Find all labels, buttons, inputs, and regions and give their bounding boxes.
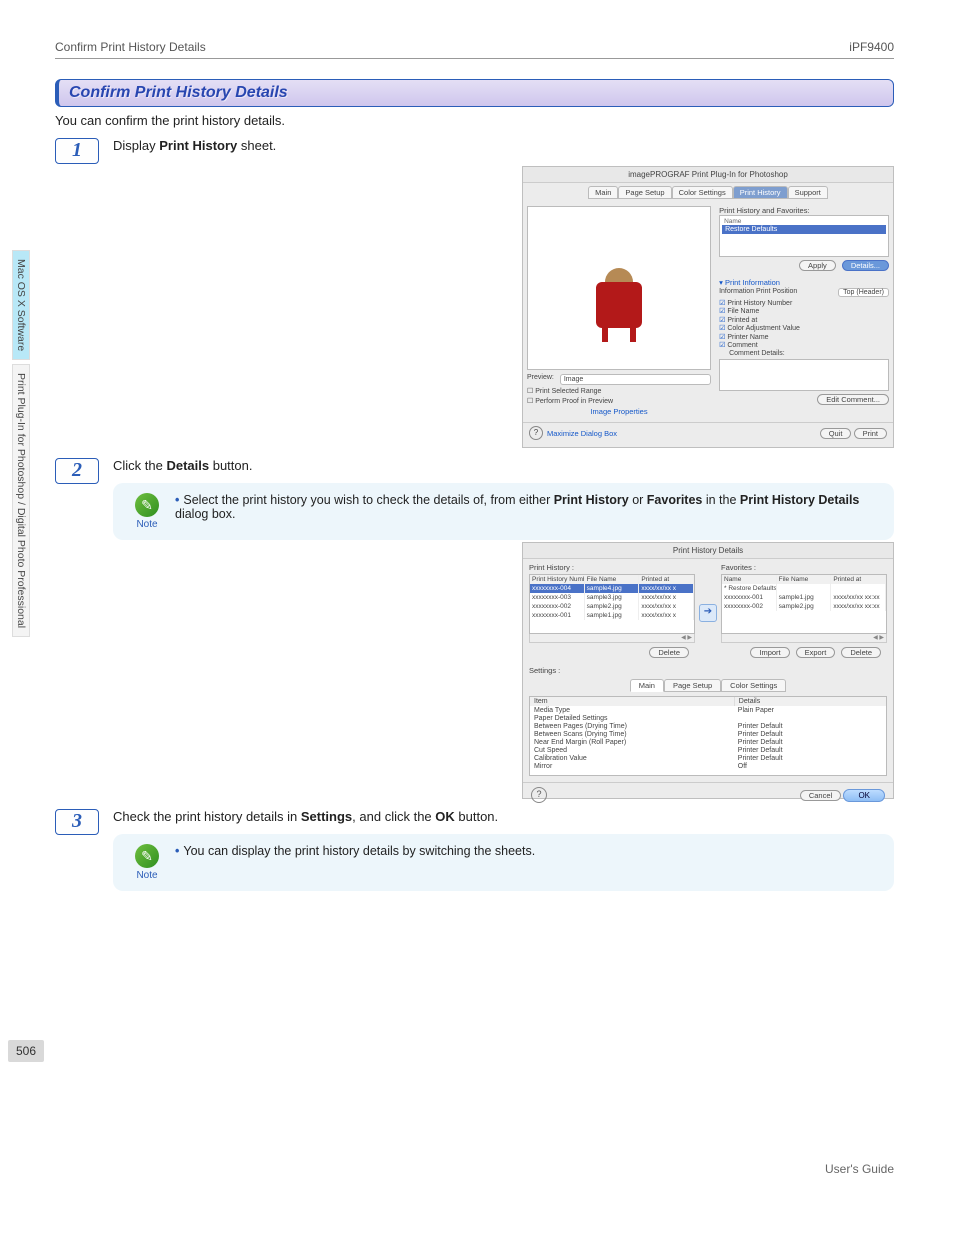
step-1-text: Display Print History sheet. [113, 138, 894, 153]
page-header: Confirm Print History Details iPF9400 [55, 40, 894, 59]
fav-title: Print History and Favorites: [719, 206, 889, 215]
link-image-properties[interactable]: Image Properties [527, 405, 711, 418]
move-right-arrow-icon[interactable]: ➔ [699, 604, 717, 622]
table-row[interactable]: xxxxxxxx-003sample3.jpgxxxx/xx/xx x [530, 593, 694, 602]
comment-textarea[interactable] [719, 359, 889, 391]
table-row[interactable]: * Restore Defaults [722, 584, 886, 593]
info-pos-label: Information Print Position [719, 288, 797, 297]
scrollbar[interactable] [721, 634, 887, 643]
step-3-number: 3 [55, 809, 99, 835]
tab2-page-setup[interactable]: Page Setup [664, 679, 721, 692]
comment-details-label: Comment Details: [729, 350, 889, 357]
chk-perform-proof[interactable]: ☐ Perform Proof in Preview [527, 397, 711, 405]
chk-print-selected-range[interactable]: ☐ Print Selected Range [527, 387, 711, 395]
chk-comment[interactable]: Comment [719, 341, 889, 349]
note-label: Note [127, 519, 167, 530]
table-row: Cut SpeedPrinter Default [530, 746, 886, 754]
header-right: iPF9400 [849, 40, 894, 54]
note-label: Note [127, 870, 167, 881]
side-nav-tabs: Mac OS X Software Print Plug-In for Phot… [12, 250, 32, 641]
note-step2: ✎ Note •Select the print history you wis… [113, 483, 894, 540]
tab-page-setup[interactable]: Page Setup [618, 186, 671, 199]
chk-history-number[interactable]: Print History Number [719, 299, 889, 307]
table-row: Paper Detailed Settings [530, 714, 886, 722]
ok-button[interactable]: OK [843, 789, 885, 802]
page-number: 506 [8, 1040, 44, 1062]
settings-label: Settings : [529, 666, 887, 675]
tab-color-settings[interactable]: Color Settings [672, 186, 733, 199]
section-title: Confirm Print History Details [55, 79, 894, 107]
table-row[interactable]: xxxxxxxx-001sample1.jpgxxxx/xx/xx xx:xx [722, 593, 886, 602]
table-row[interactable]: xxxxxxxx-001sample1.jpgxxxx/xx/xx x [530, 611, 694, 620]
print-button[interactable]: Print [854, 428, 887, 439]
chk-printed-at[interactable]: Printed at [719, 316, 889, 324]
import-button[interactable]: Import [750, 647, 789, 658]
print-info-title: Print Information [719, 278, 889, 287]
ph-label: Print History : [529, 563, 695, 572]
screenshot-history-details-dialog: Print History Details Print History : Pr… [522, 542, 894, 799]
delete-button-left[interactable]: Delete [649, 647, 689, 658]
tab-print-history[interactable]: Print History [733, 186, 788, 199]
preview-select[interactable]: Image [560, 374, 711, 385]
tab2-main[interactable]: Main [630, 679, 664, 692]
step-3-text: Check the print history details in Setti… [113, 809, 894, 891]
dialog2-title: Print History Details [523, 543, 893, 559]
table-row: Calibration ValuePrinter Default [530, 754, 886, 762]
note-icon: ✎ [135, 844, 159, 868]
delete-button-right[interactable]: Delete [841, 647, 881, 658]
help-icon[interactable]: ? [529, 426, 543, 440]
side-tab-print-plugin[interactable]: Print Plug-In for Photoshop / Digital Ph… [12, 364, 30, 637]
fav-label: Favorites : [721, 563, 887, 572]
table-row: MirrorOff [530, 762, 886, 770]
info-pos-select[interactable]: Top (Header) [838, 288, 889, 297]
quit-button[interactable]: Quit [820, 428, 852, 439]
details-button[interactable]: Details... [842, 260, 889, 271]
export-button[interactable]: Export [796, 647, 836, 658]
edit-comment-button[interactable]: Edit Comment... [817, 394, 889, 405]
tab-main[interactable]: Main [588, 186, 618, 199]
print-history-table[interactable]: Print History NumberFile NamePrinted at … [529, 574, 695, 634]
chk-color-adjust[interactable]: Color Adjustment Value [719, 324, 889, 332]
note-icon: ✎ [135, 493, 159, 517]
preview-label: Preview: [527, 374, 554, 385]
header-left: Confirm Print History Details [55, 40, 206, 54]
side-tab-mac-os-x[interactable]: Mac OS X Software [12, 250, 30, 360]
fav-list-item[interactable]: Restore Defaults [722, 225, 886, 234]
scrollbar[interactable] [529, 634, 695, 643]
table-row: Between Pages (Drying Time)Printer Defau… [530, 722, 886, 730]
tab-support[interactable]: Support [788, 186, 828, 199]
settings-detail-table[interactable]: ItemDetails Media TypePlain Paper Paper … [529, 696, 887, 776]
intro-text: You can confirm the print history detail… [55, 113, 894, 128]
screenshot-plugin-dialog: imagePROGRAF Print Plug-In for Photoshop… [522, 166, 894, 448]
fav-list[interactable]: Name Restore Defaults [719, 215, 889, 257]
table-row[interactable]: xxxxxxxx-002sample2.jpgxxxx/xx/xx x [530, 602, 694, 611]
maximize-link[interactable]: Maximize Dialog Box [547, 429, 617, 438]
dialog-title: imagePROGRAF Print Plug-In for Photoshop [523, 167, 893, 183]
step-2-text: Click the Details button. ✎ Note •Select… [113, 458, 894, 540]
footer-guide: User's Guide [825, 1162, 894, 1176]
note-step3: ✎ Note •You can display the print histor… [113, 834, 894, 891]
step-2-number: 2 [55, 458, 99, 484]
table-row: Near End Margin (Roll Paper)Printer Defa… [530, 738, 886, 746]
chk-printer-name[interactable]: Printer Name [719, 333, 889, 341]
cancel-button[interactable]: Cancel [800, 790, 841, 801]
step-1-number: 1 [55, 138, 99, 164]
favorites-table[interactable]: NameFile NamePrinted at * Restore Defaul… [721, 574, 887, 634]
preview-image [527, 206, 711, 370]
table-row[interactable]: xxxxxxxx-002sample2.jpgxxxx/xx/xx xx:xx [722, 602, 886, 611]
table-row: Media TypePlain Paper [530, 706, 886, 714]
help-icon[interactable]: ? [531, 787, 547, 803]
tab2-color-settings[interactable]: Color Settings [721, 679, 786, 692]
table-row[interactable]: xxxxxxxx-004sample4.jpgxxxx/xx/xx x [530, 584, 694, 593]
chk-file-name[interactable]: File Name [719, 307, 889, 315]
table-row: Between Scans (Drying Time)Printer Defau… [530, 730, 886, 738]
apply-button[interactable]: Apply [799, 260, 836, 271]
